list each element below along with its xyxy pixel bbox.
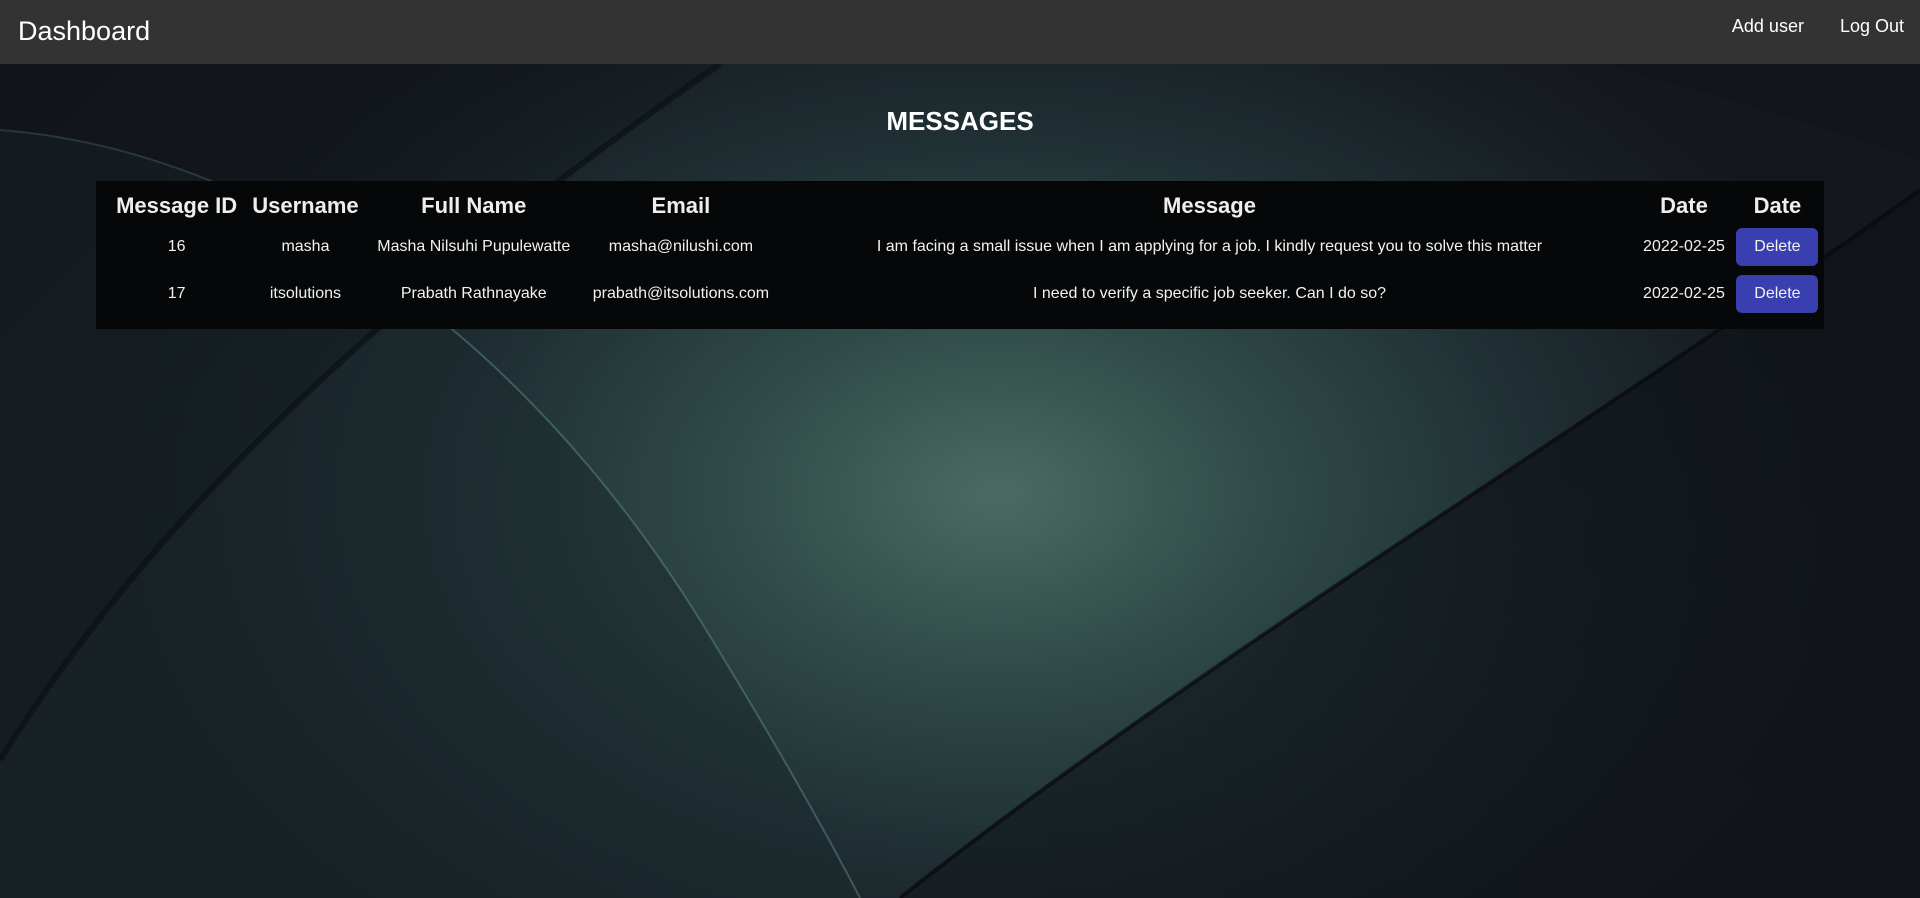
nav-links: Add user Log Out [1732, 14, 1904, 38]
cell-date: 2022-02-25 [1643, 284, 1725, 302]
table-row: 16 masha Masha Nilsuhi Pupulewatte masha… [110, 223, 1824, 270]
messages-table: Message ID Username Full Name Email Mess… [110, 189, 1824, 317]
cell-message: I am facing a small issue when I am appl… [876, 237, 1543, 255]
header-message: Message [1163, 193, 1256, 218]
logout-link[interactable]: Log Out [1840, 14, 1904, 38]
cell-username: itsolutions [269, 284, 342, 302]
header-username: Username [252, 193, 359, 218]
brand-title[interactable]: Dashboard [18, 14, 150, 48]
header-date-action: Date [1753, 193, 1802, 218]
cell-action: Delete [1731, 223, 1824, 270]
header-date: Date [1660, 193, 1708, 218]
cell-full-name: Masha Nilsuhi Pupulewatte [377, 237, 571, 255]
cell-email: prabath@itsolutions.com [592, 284, 770, 302]
table-row: 17 itsolutions Prabath Rathnayake prabat… [110, 270, 1824, 317]
delete-button[interactable]: Delete [1736, 274, 1819, 313]
cell-action: Delete [1731, 270, 1824, 317]
cell-message-id: 16 [167, 237, 186, 255]
header-message-id: Message ID [116, 193, 238, 218]
cell-message-id: 17 [167, 284, 186, 302]
top-navbar: Dashboard Add user Log Out [0, 0, 1920, 64]
page-title: MESSAGES [886, 106, 1034, 136]
delete-button[interactable]: Delete [1736, 227, 1819, 266]
cell-message: I need to verify a specific job seeker. … [1032, 284, 1387, 302]
cell-email: masha@nilushi.com [608, 237, 754, 255]
table-header-row: Message ID Username Full Name Email Mess… [110, 189, 1824, 223]
messages-table-container: Message ID Username Full Name Email Mess… [96, 181, 1824, 329]
header-full-name: Full Name [421, 193, 527, 218]
cell-username: masha [281, 237, 330, 255]
cell-date: 2022-02-25 [1643, 237, 1725, 255]
add-user-link[interactable]: Add user [1732, 14, 1804, 38]
header-email: Email [651, 193, 711, 218]
cell-full-name: Prabath Rathnayake [400, 284, 547, 302]
